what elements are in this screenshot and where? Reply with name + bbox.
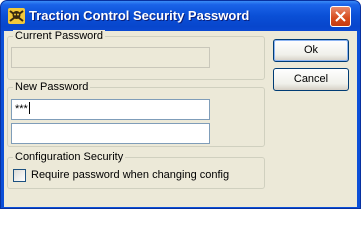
title-bar[interactable]: Traction Control Security Password — [1, 1, 360, 31]
skull-crossbones-icon — [8, 8, 25, 24]
cancel-button[interactable]: Cancel — [273, 68, 349, 91]
confirm-password-input[interactable] — [11, 123, 210, 144]
close-button[interactable] — [330, 6, 351, 27]
current-password-label: Current Password — [13, 30, 106, 43]
configuration-security-label: Configuration Security — [13, 151, 126, 164]
close-icon — [335, 11, 346, 22]
new-password-input[interactable]: *** — [11, 99, 210, 120]
text-caret — [28, 102, 30, 114]
new-password-label: New Password — [13, 81, 91, 94]
ok-button[interactable]: Ok — [273, 39, 349, 62]
require-password-label[interactable]: Require password when changing config — [31, 169, 229, 181]
current-password-input[interactable] — [11, 47, 210, 68]
new-password-value: *** — [15, 103, 28, 115]
dialog-window: Traction Control Security Password Curre… — [0, 0, 361, 209]
dialog-body: Current Password New Password *** Config… — [4, 30, 357, 207]
require-password-checkbox[interactable] — [13, 169, 26, 182]
window-title: Traction Control Security Password — [29, 8, 250, 23]
